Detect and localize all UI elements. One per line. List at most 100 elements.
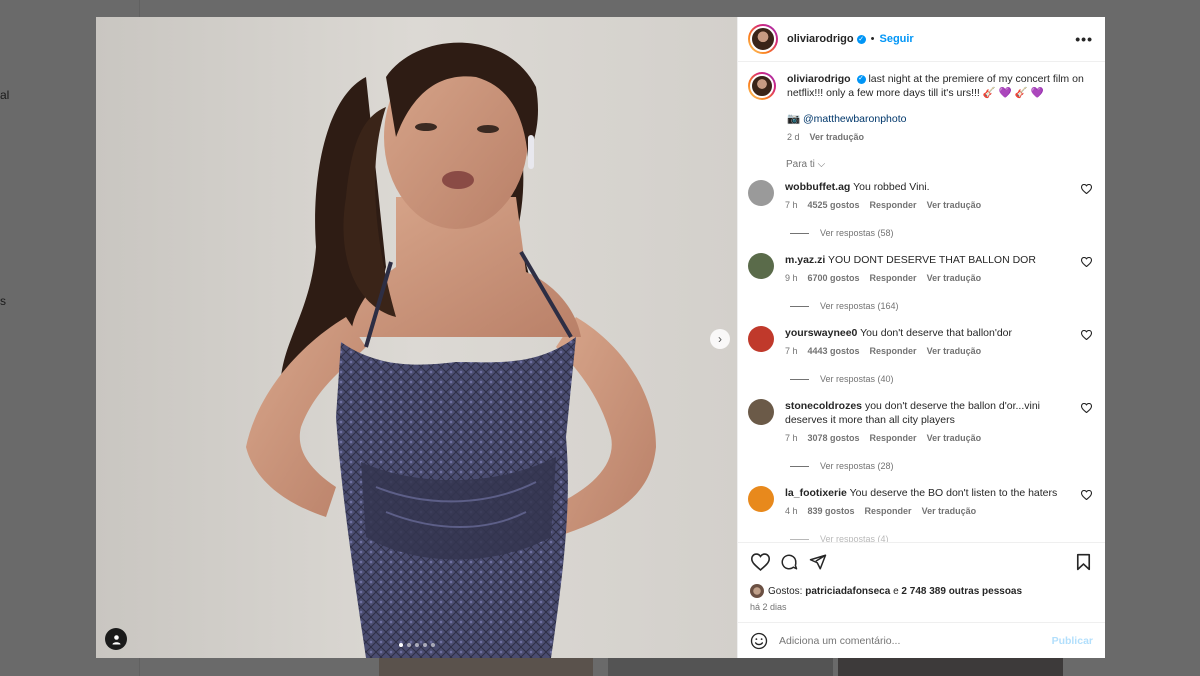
post-side-panel: oliviarodrigo ✓ • Seguir ••• oliviarodri… [737,17,1105,658]
comment-like-heart-icon[interactable] [1080,402,1093,445]
comment-like-heart-icon[interactable] [1080,183,1093,212]
background-grid-thumbnail [608,658,833,676]
caption: oliviarodrigo ✓ last night at the premie… [748,72,1093,144]
post-photo [96,17,737,658]
reply-button[interactable]: Responder [870,431,917,445]
likes-first-user[interactable]: patriciadafonseca [805,586,890,597]
liker-avatar [750,584,764,598]
comment-likes[interactable]: 4443 gostos [808,344,860,358]
caption-author-avatar[interactable] [748,72,776,100]
translate-button[interactable]: Ver tradução [927,344,982,358]
comment-item: m.yaz.zi YOU DONT DESERVE THAT BALLON DO… [748,253,1093,311]
translate-button[interactable]: Ver tradução [922,504,977,518]
carousel-dot [415,643,419,647]
likes-prefix: Gostos: [768,585,803,597]
comment-username[interactable]: stonecoldrozes [785,400,862,412]
carousel-dot [431,643,435,647]
commenter-avatar[interactable] [748,486,774,512]
comment-likes[interactable]: 3078 gostos [808,431,860,445]
comment-input[interactable] [779,634,1052,647]
comment-username[interactable]: yourswaynee0 [785,327,857,339]
reply-button[interactable]: Responder [865,504,912,518]
likes-conjunction: e [893,585,899,597]
replies-divider [790,538,809,540]
comment-like-heart-icon[interactable] [1080,489,1093,518]
view-replies-button[interactable]: Ver respostas (58) [790,228,1093,238]
view-replies-label: Ver respostas (4) [820,534,889,542]
comment-item: yourswaynee0 You don't deserve that ball… [748,326,1093,384]
background-grid-thumbnail [838,658,1063,676]
comment-text: You don't deserve that ballon'dor [860,327,1013,339]
comment-time: 7 h [785,433,798,443]
header-separator: • [870,33,875,45]
verified-badge-icon: ✓ [856,34,866,44]
reply-button[interactable]: Responder [870,344,917,358]
author-username[interactable]: oliviarodrigo [787,33,854,45]
comment-likes[interactable]: 6700 gostos [808,271,860,285]
comment-username[interactable]: la_footixerie [785,487,847,499]
post-header: oliviarodrigo ✓ • Seguir ••• [738,17,1105,62]
view-replies-button[interactable]: Ver respostas (28) [790,461,1093,471]
comment-time: 4 h [785,506,798,516]
caption-translate-button[interactable]: Ver tradução [810,130,865,144]
comment-bubble-icon[interactable] [779,552,799,572]
reply-button[interactable]: Responder [870,198,917,212]
more-options-icon[interactable]: ••• [1075,31,1093,47]
emoji-smiley-icon[interactable] [750,632,768,650]
replies-divider [790,465,809,467]
background-sidebar-label: al [0,88,10,102]
translate-button[interactable]: Ver tradução [927,198,982,212]
view-replies-button[interactable]: Ver respostas (4) [790,534,1093,542]
add-comment-bar: Publicar [738,622,1105,658]
like-heart-icon[interactable] [750,552,770,572]
comment-text: YOU DONT DESERVE THAT BALLON DOR [828,254,1036,266]
reply-button[interactable]: Responder [870,271,917,285]
bookmark-save-icon[interactable] [1073,552,1093,572]
comment-filter-dropdown[interactable]: Para ti ⌵ [786,159,1093,170]
caption-username[interactable]: oliviarodrigo [787,73,851,85]
replies-divider [790,305,809,307]
commenter-avatar[interactable] [748,326,774,352]
comment-like-heart-icon[interactable] [1080,329,1093,358]
replies-divider [790,232,809,234]
replies-divider [790,378,809,380]
translate-button[interactable]: Ver tradução [927,431,982,445]
caption-time: 2 d [787,132,800,142]
comment-likes[interactable]: 839 gostos [808,504,855,518]
comment-item: wobbuffet.ag You robbed Vini. 7 h 4525 gos… [748,180,1093,238]
comment-item: stonecoldrozes you don't deserve the bal… [748,399,1093,471]
comment-text: You deserve the BO don't listen to the h… [849,487,1058,499]
share-send-icon[interactable] [808,552,828,572]
comment-like-heart-icon[interactable] [1080,256,1093,285]
comment-likes[interactable]: 4525 gostos [808,198,860,212]
likes-summary: Gostos: patriciadafonseca e 2 748 389 ou… [750,584,1093,598]
translate-button[interactable]: Ver tradução [927,271,982,285]
view-replies-button[interactable]: Ver respostas (164) [790,301,1093,311]
comment-item: la_footixerie You deserve the BO don't l… [748,486,1093,542]
likes-others-count[interactable]: 2 748 389 outras pessoas [901,586,1022,597]
view-replies-label: Ver respostas (40) [820,374,894,384]
comment-text: You robbed Vini. [853,181,930,193]
commenter-avatar[interactable] [748,399,774,425]
carousel-indicator [399,643,435,647]
comment-username[interactable]: wobbuffet.ag [785,181,850,193]
view-replies-label: Ver respostas (58) [820,228,894,238]
comments-list[interactable]: oliviarodrigo ✓ last night at the premie… [738,62,1105,542]
background-grid-thumbnail [379,658,593,676]
comment-time: 9 h [785,273,798,283]
post-modal: › oliviarodrigo ✓ • Seguir ••• oliviarod… [96,17,1105,658]
follow-button[interactable]: Seguir [879,33,913,45]
post-date: há 2 dias [750,602,787,612]
comment-username[interactable]: m.yaz.zi [785,254,825,266]
caption-credit[interactable]: 📷 @matthewbaronphoto [787,112,1093,126]
background-sidebar-label: s [0,294,6,308]
commenter-avatar[interactable] [748,180,774,206]
author-avatar[interactable] [748,24,778,54]
view-replies-button[interactable]: Ver respostas (40) [790,374,1093,384]
post-actions: Gostos: patriciadafonseca e 2 748 389 ou… [738,542,1105,622]
publish-button[interactable]: Publicar [1052,635,1093,647]
tagged-users-button[interactable] [105,628,127,650]
commenter-avatar[interactable] [748,253,774,279]
carousel-next-button[interactable]: › [710,329,730,349]
comment-thread: wobbuffet.ag You robbed Vini. 7 h 4525 gos… [748,180,1093,542]
